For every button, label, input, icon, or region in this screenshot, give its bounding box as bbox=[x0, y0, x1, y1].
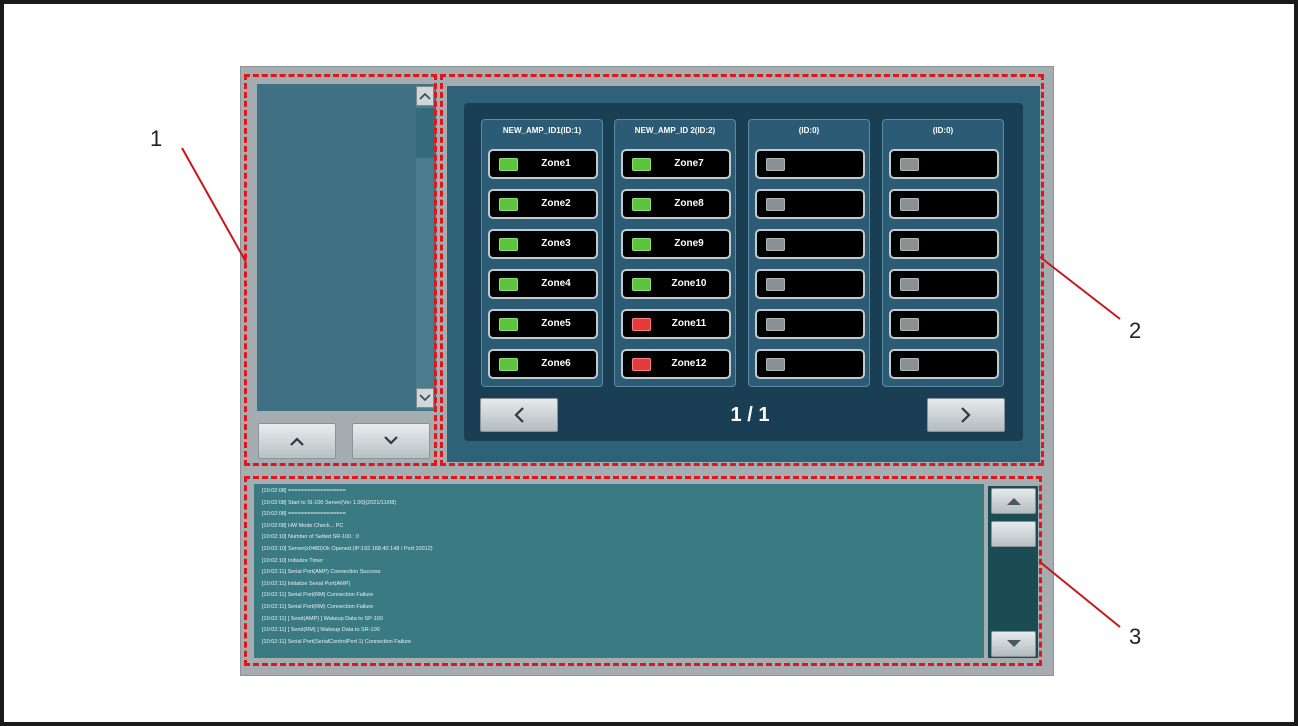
callout-1: 1 bbox=[150, 126, 163, 151]
callout-leaders bbox=[181, 147, 1121, 628]
callout-2: 2 bbox=[1129, 318, 1142, 343]
callout-3: 3 bbox=[1129, 624, 1142, 649]
